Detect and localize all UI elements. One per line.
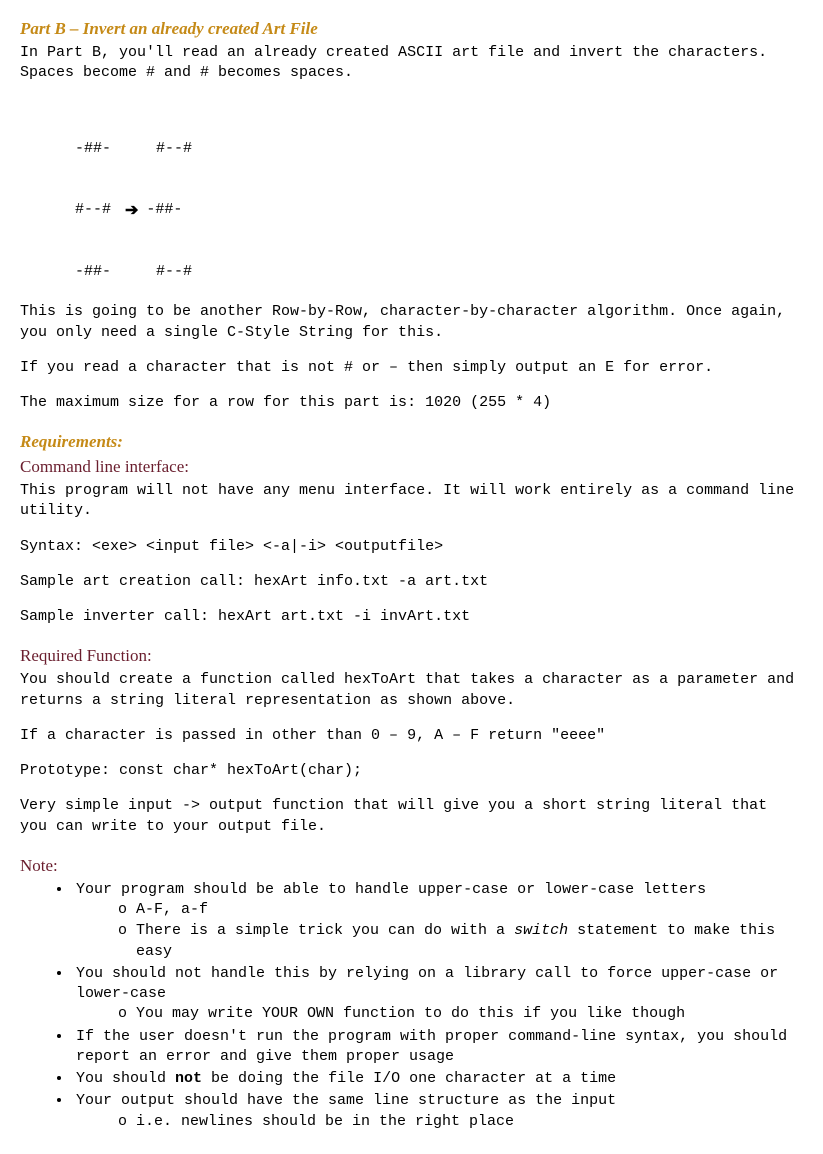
note-usage-error: If the user doesn't run the program with… [76,1028,787,1065]
art-l3-right: #--# [156,262,192,282]
note-switch-keyword: switch [514,922,568,939]
list-item: You should not be doing the file I/O one… [72,1069,803,1089]
art-l1-left: -##- [75,139,111,159]
list-item: i.e. newlines should be in the right pla… [118,1112,803,1132]
art-l2-right: -##- [146,200,182,220]
note-switch-pre: There is a simple trick you can do with … [136,922,514,939]
note-fileio-pre: You should [76,1070,175,1087]
max-size-text: The maximum size for a row for this part… [20,393,803,413]
art-l1-right: #--# [156,139,192,159]
note-heading: Note: [20,855,803,878]
reqfunc-eeee: If a character is passed in other than 0… [20,726,803,746]
note-newlines: i.e. newlines should be in the right pla… [136,1113,514,1130]
part-b-intro: In Part B, you'll read an already create… [20,43,803,84]
list-item: You should not handle this by relying on… [72,964,803,1025]
note-handle-case: Your program should be able to handle up… [76,881,706,898]
cli-heading: Command line interface: [20,456,803,479]
list-item: There is a simple trick you can do with … [118,921,803,962]
note-no-library: You should not handle this by relying on… [76,965,778,1002]
note-fileio-not: not [175,1070,202,1087]
note-line-structure: Your output should have the same line st… [76,1092,616,1109]
required-function-heading: Required Function: [20,645,803,668]
note-own-function: You may write YOUR OWN function to do th… [136,1005,685,1022]
list-item: Your output should have the same line st… [72,1091,803,1132]
reqfunc-prototype: Prototype: const char* hexToArt(char); [20,761,803,781]
requirements-heading: Requirements: [20,431,803,454]
list-item: Your program should be able to handle up… [72,880,803,962]
reqfunc-desc: You should create a function called hexT… [20,670,803,711]
note-list: Your program should be able to handle up… [20,880,803,1132]
reqfunc-simple: Very simple input -> output function tha… [20,796,803,837]
sample-inverter-call: Sample inverter call: hexArt art.txt -i … [20,607,803,627]
arrow-icon: ➔ [111,200,146,222]
sample-art-call: Sample art creation call: hexArt info.tx… [20,572,803,592]
cli-syntax: Syntax: <exe> <input file> <-a|-i> <outp… [20,537,803,557]
art-l2-left: #--# [75,200,111,220]
ascii-art-block: -##- #--# #--#➔-##- -##- #--# [20,98,803,302]
list-item: You may write YOUR OWN function to do th… [118,1004,803,1024]
part-b-heading: Part B – Invert an already created Art F… [20,18,803,41]
cli-desc: This program will not have any menu inte… [20,481,803,522]
note-af-range: A-F, a-f [136,901,208,918]
note-fileio-post: be doing the file I/O one character at a… [202,1070,616,1087]
row-by-row-text: This is going to be another Row-by-Row, … [20,302,803,343]
art-l3-left: -##- [75,262,111,282]
error-output-text: If you read a character that is not # or… [20,358,803,378]
list-item: A-F, a-f [118,900,803,920]
list-item: If the user doesn't run the program with… [72,1027,803,1068]
